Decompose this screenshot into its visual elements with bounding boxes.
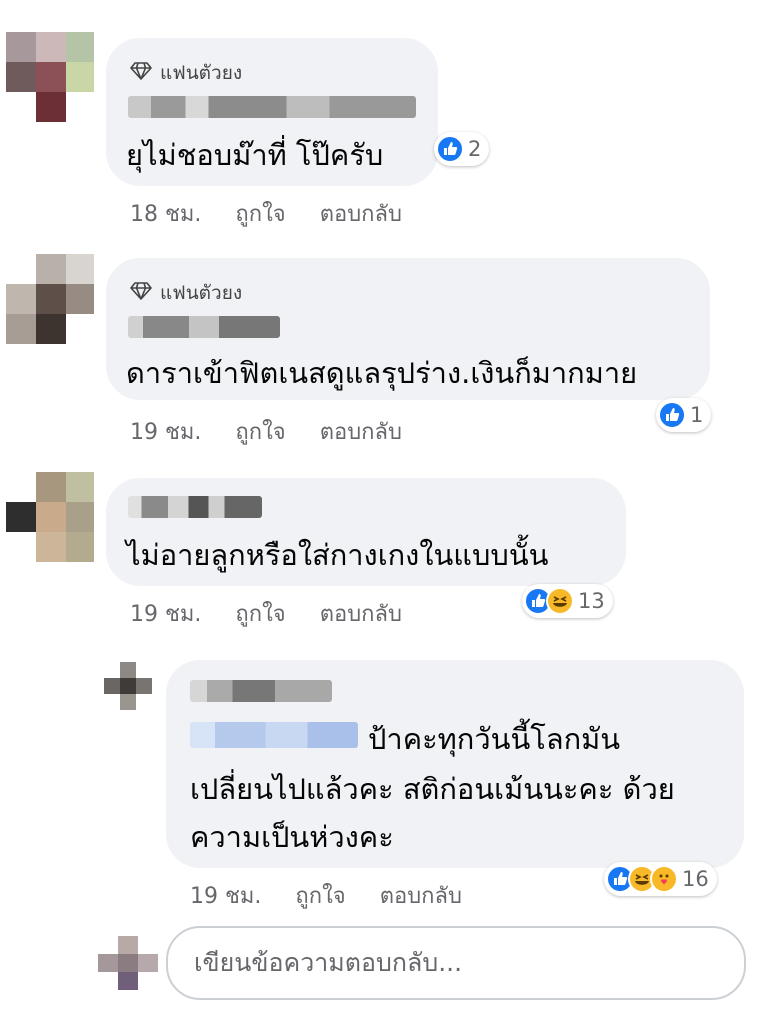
like-icon bbox=[436, 135, 464, 163]
reaction-count: 2 bbox=[468, 137, 482, 161]
comment-text: ยุไม่ชอบม๊าที่ โป๊ครับ bbox=[126, 138, 384, 172]
comment-text-line: ป้าคะทุกวันนี้โลกมัน bbox=[368, 722, 621, 756]
like-button[interactable]: ถูกใจ bbox=[235, 196, 285, 231]
reaction-summary[interactable]: 13 bbox=[522, 584, 613, 618]
comment-meta: 18 ชม. ถูกใจ ตอบกลับ bbox=[130, 196, 402, 231]
author-name-blurred[interactable] bbox=[128, 316, 280, 338]
reply-button[interactable]: ตอบกลับ bbox=[380, 878, 462, 913]
like-button[interactable]: ถูกใจ bbox=[235, 596, 285, 631]
diamond-icon bbox=[130, 281, 152, 306]
timestamp: 18 ชม. bbox=[130, 202, 202, 227]
comment-text: ไม่อายลูกหรือใส่กางเกงในแบบนั้น bbox=[126, 538, 549, 572]
comment-meta: 19 ชม. ถูกใจ ตอบกลับ bbox=[130, 596, 402, 631]
badge-label: แฟนตัวยง bbox=[160, 62, 243, 84]
reaction-count: 1 bbox=[690, 403, 704, 427]
comment-meta: 19 ชม. ถูกใจ ตอบกลับ bbox=[130, 414, 402, 449]
like-button[interactable]: ถูกใจ bbox=[295, 878, 345, 913]
reply-button[interactable]: ตอบกลับ bbox=[320, 414, 402, 449]
current-user-avatar[interactable] bbox=[98, 936, 158, 990]
reaction-summary[interactable]: 2 bbox=[434, 132, 490, 166]
comment-text-line: ความเป็นห่วงคะ bbox=[190, 820, 394, 854]
avatar[interactable] bbox=[6, 32, 94, 122]
comment-meta: 19 ชม. ถูกใจ ตอบกลับ bbox=[190, 878, 462, 913]
mentioned-name-blurred[interactable] bbox=[190, 722, 358, 748]
avatar[interactable] bbox=[6, 254, 94, 344]
reaction-count: 13 bbox=[578, 589, 605, 613]
reaction-count: 16 bbox=[682, 867, 709, 891]
reaction-summary[interactable]: 16 bbox=[604, 862, 717, 896]
haha-icon bbox=[546, 587, 574, 615]
reply-input[interactable]: เขียนข้อความตอบกลับ... bbox=[166, 926, 746, 1000]
timestamp: 19 ชม. bbox=[130, 420, 202, 445]
badge-label: แฟนตัวยง bbox=[160, 282, 243, 304]
reply-button[interactable]: ตอบกลับ bbox=[320, 196, 402, 231]
author-name-blurred[interactable] bbox=[128, 496, 262, 518]
timestamp: 19 ชม. bbox=[190, 884, 262, 909]
author-name-blurred[interactable] bbox=[190, 680, 332, 702]
comment-text: ดาราเข้าฟิตเนสดูแลรุปร่าง.เงินก็มากมาย bbox=[126, 356, 638, 390]
comment-text-line: เปลี่ยนไปแล้วคะ สติก่อนเม้นนะคะ ด้วย bbox=[190, 772, 675, 806]
top-fan-badge[interactable]: แฟนตัวยง bbox=[130, 58, 242, 88]
reply-placeholder: เขียนข้อความตอบกลับ... bbox=[194, 948, 463, 977]
avatar[interactable] bbox=[6, 472, 94, 562]
reply-button[interactable]: ตอบกลับ bbox=[320, 596, 402, 631]
reaction-summary[interactable]: 1 bbox=[656, 398, 712, 432]
author-name-blurred[interactable] bbox=[128, 96, 416, 118]
care-icon bbox=[650, 865, 678, 893]
like-button[interactable]: ถูกใจ bbox=[235, 414, 285, 449]
like-icon bbox=[658, 401, 686, 429]
top-fan-badge[interactable]: แฟนตัวยง bbox=[130, 278, 242, 308]
diamond-icon bbox=[130, 61, 152, 86]
avatar[interactable] bbox=[104, 662, 152, 710]
timestamp: 19 ชม. bbox=[130, 602, 202, 627]
